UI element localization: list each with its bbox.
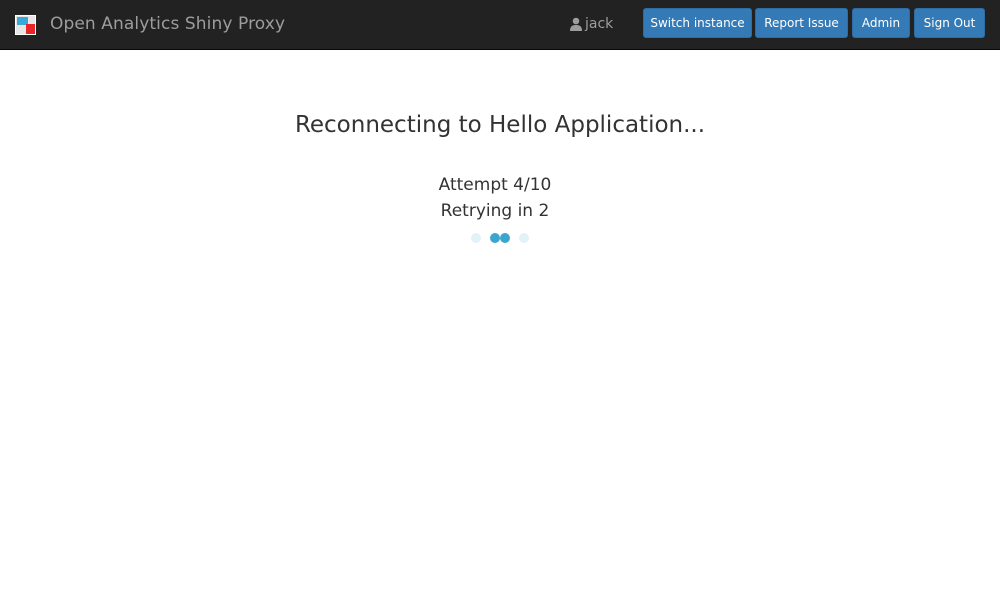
reconnect-status: Attempt 4/10 Retrying in 2 bbox=[0, 172, 990, 224]
username: jack bbox=[585, 16, 614, 32]
loader-dot bbox=[490, 233, 500, 243]
loader-dot bbox=[519, 233, 529, 243]
loader-dot bbox=[500, 233, 510, 243]
openanalytics-logo-icon[interactable] bbox=[15, 15, 36, 35]
brand-title[interactable]: Open Analytics Shiny Proxy bbox=[50, 14, 285, 34]
loader-dot bbox=[471, 233, 481, 243]
switch-instance-button[interactable]: Switch instance bbox=[643, 8, 752, 38]
attempt-counter: Attempt 4/10 bbox=[438, 175, 552, 195]
user-menu[interactable]: jack bbox=[569, 16, 613, 32]
navbar: Open Analytics Shiny Proxy jack Switch i… bbox=[0, 0, 1000, 50]
admin-button[interactable]: Admin bbox=[852, 8, 910, 38]
retry-countdown: Retrying in 2 bbox=[440, 201, 550, 221]
user-icon bbox=[570, 17, 582, 31]
report-issue-button[interactable]: Report Issue bbox=[755, 8, 848, 38]
reconnecting-title: Reconnecting to Hello Application... bbox=[294, 112, 706, 138]
loading-dots-icon bbox=[0, 232, 1000, 244]
sign-out-button[interactable]: Sign Out bbox=[914, 8, 985, 38]
